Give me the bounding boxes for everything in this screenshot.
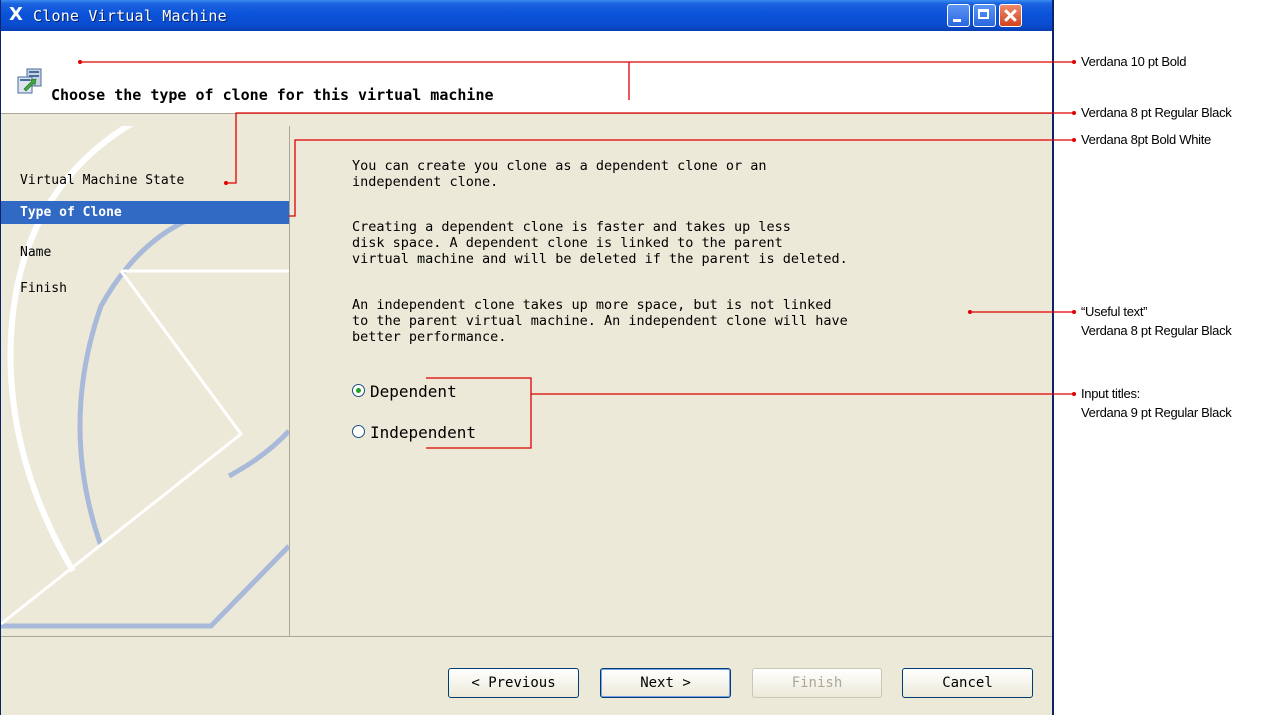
- wizard-content: You can create you clone as a dependent …: [290, 126, 1052, 636]
- previous-button[interactable]: < Previous: [448, 668, 579, 698]
- annotation-input-titles-label: Input titles:: [1081, 386, 1140, 401]
- wizard-steps-sidebar: Virtual Machine State Type of Clone Name…: [1, 126, 290, 636]
- next-button[interactable]: Next >: [600, 668, 731, 698]
- sidebar-item-type-of-clone[interactable]: Type of Clone: [1, 201, 289, 224]
- annotation-sidebar-font: Verdana 8 pt Regular Black: [1081, 105, 1232, 120]
- annotation-input-titles-font: Verdana 9 pt Regular Black: [1081, 405, 1232, 420]
- clone-vm-icon: [17, 68, 42, 94]
- finish-button: Finish: [752, 668, 882, 698]
- annotation-header-font: Verdana 10 pt Bold: [1081, 54, 1187, 69]
- clone-vm-window: X Clone Virtual Machine Choose the type …: [0, 0, 1054, 715]
- radio-checked-icon[interactable]: [352, 384, 365, 397]
- annotation-selected-font: Verdana 8pt Bold White: [1081, 132, 1211, 147]
- radio-label-dependent: Dependent: [370, 382, 457, 401]
- radio-label-independent: Independent: [370, 423, 476, 442]
- cancel-button[interactable]: Cancel: [902, 668, 1033, 698]
- sidebar-item-virtual-machine-state[interactable]: Virtual Machine State: [1, 169, 289, 192]
- intro-text: You can create you clone as a dependent …: [352, 158, 767, 190]
- close-button[interactable]: [999, 4, 1022, 27]
- title-bar[interactable]: X Clone Virtual Machine: [1, 0, 1052, 31]
- annotation-useful-text-font: Verdana 8 pt Regular Black: [1081, 323, 1232, 338]
- minimize-button[interactable]: [947, 4, 970, 27]
- radio-option-dependent[interactable]: Dependent: [352, 381, 457, 403]
- annotation-useful-text-label: “Useful text”: [1081, 304, 1148, 319]
- footer-divider: [1, 636, 1052, 637]
- sidebar-item-finish[interactable]: Finish: [1, 277, 289, 300]
- maximize-button[interactable]: [973, 4, 996, 27]
- app-logo-icon: X: [9, 4, 23, 25]
- window-title: Clone Virtual Machine: [33, 7, 227, 25]
- sidebar-item-name[interactable]: Name: [1, 241, 289, 264]
- independent-description: An independent clone takes up more space…: [352, 297, 848, 345]
- page-title: Choose the type of clone for this virtua…: [51, 86, 494, 104]
- radio-unchecked-icon[interactable]: [352, 425, 365, 438]
- dependent-description: Creating a dependent clone is faster and…: [352, 219, 848, 267]
- radio-option-independent[interactable]: Independent: [352, 422, 476, 444]
